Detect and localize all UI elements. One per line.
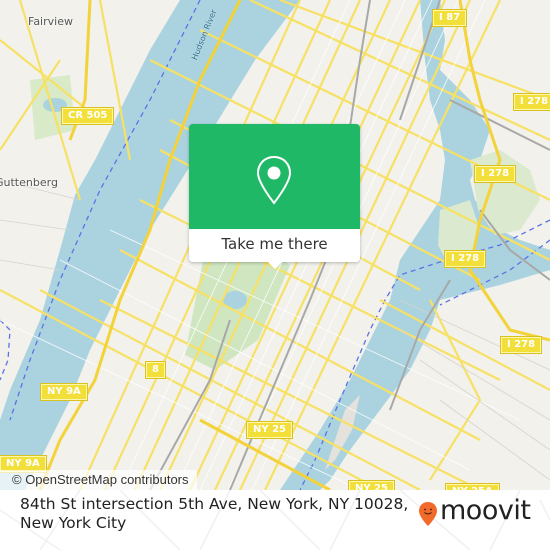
route-shield-i278: I 278 bbox=[445, 251, 486, 267]
route-shield-cr505: CR 505 bbox=[62, 108, 114, 124]
location-popup: Take me there bbox=[189, 124, 360, 269]
place-label-fairview: Fairview bbox=[28, 15, 73, 28]
popup-header bbox=[189, 124, 360, 229]
footer: 84th St intersection 5th Ave, New York, … bbox=[0, 490, 550, 550]
take-me-there-button[interactable]: Take me there bbox=[189, 229, 360, 262]
popup-tail bbox=[267, 261, 283, 269]
route-shield-i87: I 87 bbox=[433, 10, 467, 26]
route-shield-8: 8 bbox=[146, 362, 165, 378]
map[interactable]: Fairview Guttenberg Hudson River I 87 I … bbox=[0, 0, 550, 490]
route-shield-i278: I 278 bbox=[501, 337, 542, 353]
place-label-guttenberg: Guttenberg bbox=[0, 176, 58, 189]
route-shield-ny9a: NY 9A bbox=[41, 384, 87, 400]
route-shield-i278: I 278 bbox=[514, 94, 550, 110]
route-shield-ny25: NY 25 bbox=[349, 481, 395, 490]
moovit-logo-icon bbox=[419, 502, 437, 526]
map-pin-icon bbox=[256, 155, 292, 205]
map-attribution[interactable]: © OpenStreetMap contributors bbox=[0, 470, 197, 490]
moovit-wordmark: moovit bbox=[440, 495, 531, 526]
route-shield-i278: I 278 bbox=[475, 166, 516, 182]
address-text: 84th St intersection 5th Ave, New York, … bbox=[20, 495, 409, 532]
route-shield-ny25: NY 25 bbox=[247, 422, 293, 438]
